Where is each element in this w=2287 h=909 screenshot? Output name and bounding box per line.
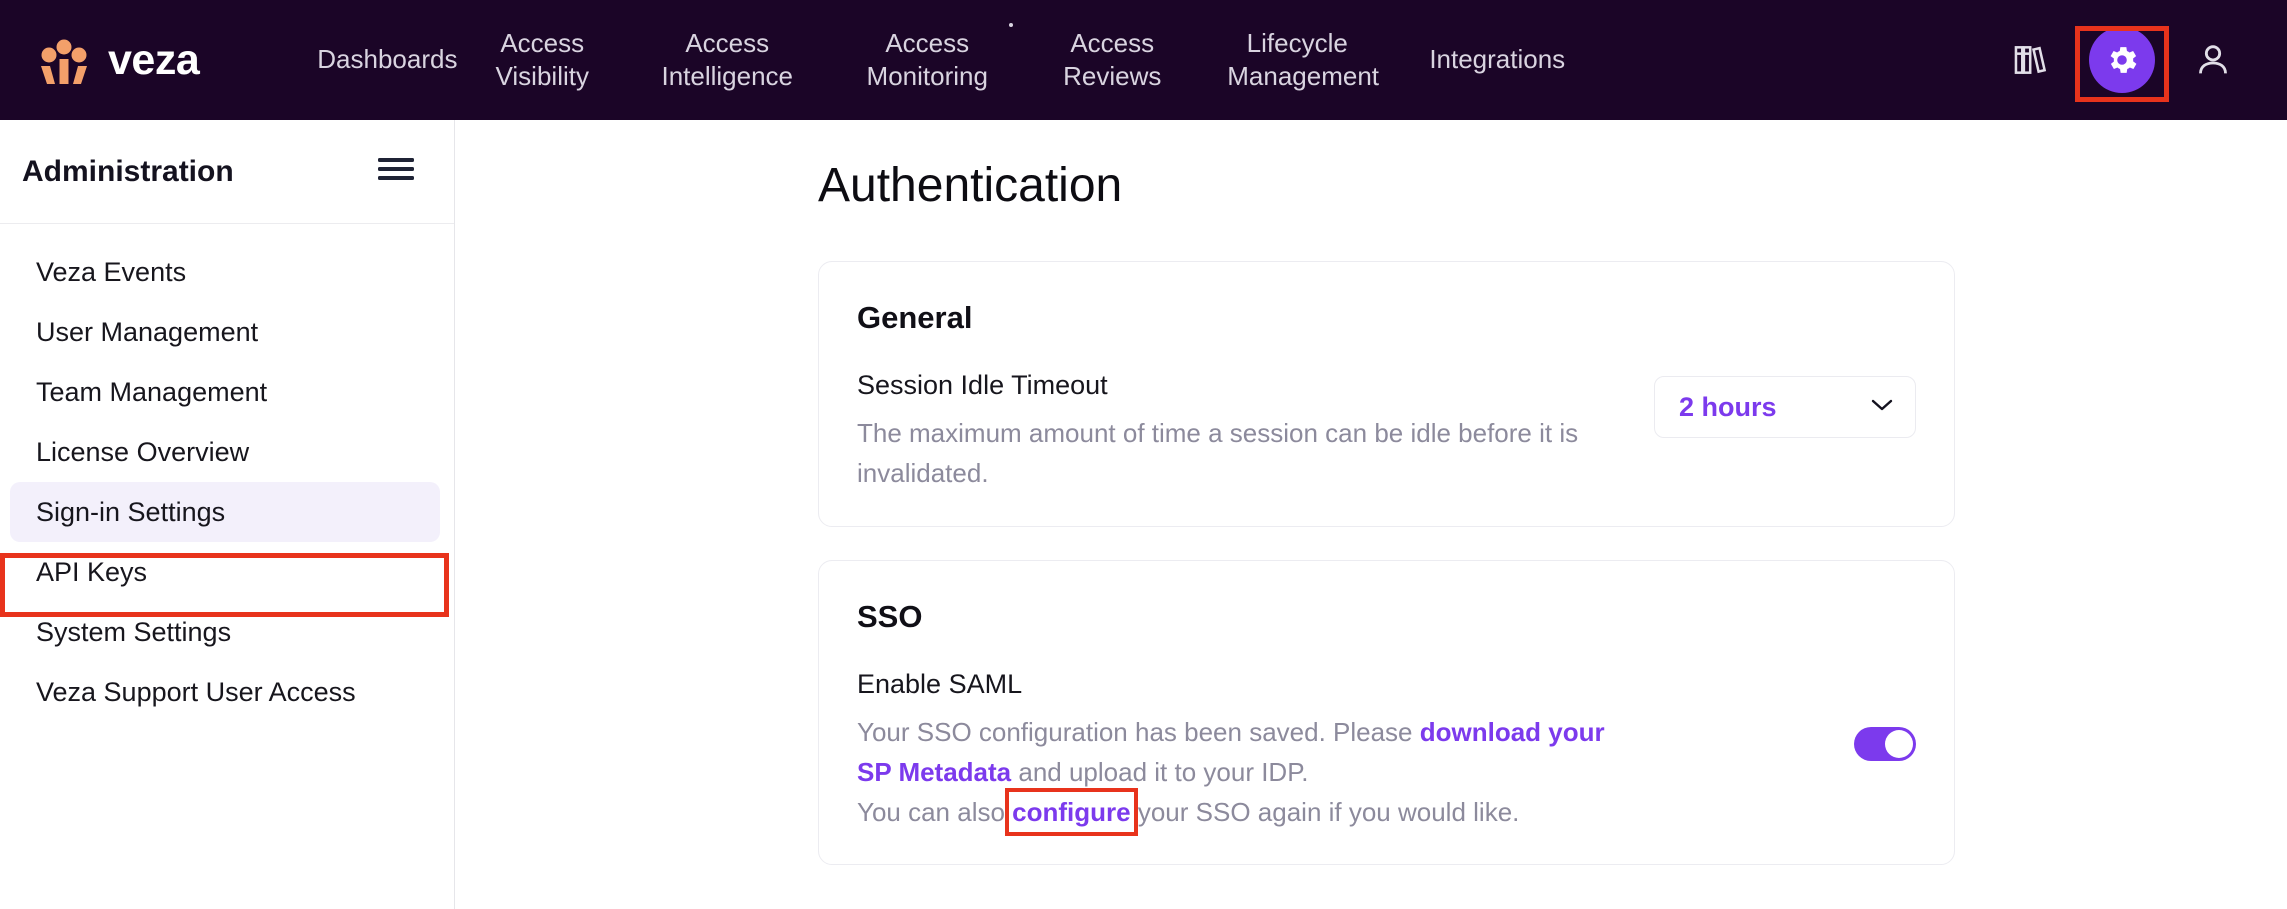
session-idle-timeout-value: 2 hours [1679, 391, 1777, 422]
toggle-knob [1885, 729, 1913, 758]
primary-nav-items: Dashboards Access Visibility Access Inte… [287, 0, 1597, 127]
enable-saml-toggle[interactable] [1854, 726, 1916, 761]
configure-link-wrapper: configure [1005, 788, 1138, 837]
sidebar-item-license-overview[interactable]: License Overview [10, 422, 440, 482]
sidebar-item-system-settings[interactable]: System Settings [10, 602, 440, 662]
sidebar-menu-list: Veza Events User Management Team Managem… [0, 224, 454, 722]
sso-desc-part-4: your SSO again if you would like. [1130, 797, 1520, 828]
brand-logo-group[interactable]: veza [36, 35, 200, 85]
sidebar-item-team-management[interactable]: Team Management [10, 362, 440, 422]
general-card-title: General [857, 300, 973, 335]
session-idle-timeout-text: Session Idle Timeout The maximum amount … [857, 370, 1617, 494]
status-dot-icon [1009, 23, 1014, 28]
sso-desc-part-3: You can also [857, 797, 1013, 828]
sidebar-item-veza-events[interactable]: Veza Events [10, 242, 440, 302]
sso-desc-part-2: and upload it to your IDP. [1011, 756, 1309, 787]
nav-right-icons [1993, 0, 2287, 120]
library-books-icon[interactable] [1993, 22, 2069, 98]
nav-item-access-monitoring[interactable]: Access Monitoring [827, 0, 1027, 127]
nav-item-dashboards[interactable]: Dashboards [287, 43, 457, 76]
enable-saml-row: Enable SAML Your SSO configuration has b… [857, 668, 1916, 837]
enable-saml-label: Enable SAML [857, 668, 1023, 699]
hamburger-menu-icon[interactable] [376, 155, 416, 188]
sidebar-title: Administration [22, 154, 234, 188]
nav-item-access-visibility[interactable]: Access Visibility [457, 27, 627, 94]
veza-people-logo-icon [36, 35, 92, 85]
user-account-icon[interactable] [2175, 22, 2251, 98]
brand-name: veza [108, 35, 200, 84]
nav-item-access-intelligence[interactable]: Access Intelligence [627, 27, 827, 94]
sidebar-item-veza-support-user-access[interactable]: Veza Support User Access [10, 662, 440, 722]
sidebar-item-sign-in-settings[interactable]: Sign-in Settings [10, 482, 440, 542]
sidebar-header: Administration [0, 120, 454, 224]
general-settings-card: General Session Idle Timeout The maximum… [818, 261, 1955, 527]
sso-description: Your SSO configuration has been saved. P… [857, 712, 1617, 837]
nav-item-access-monitoring-label: Access Monitoring [866, 27, 988, 91]
configure-sso-link[interactable]: configure [1012, 797, 1130, 827]
sso-card-title: SSO [857, 598, 923, 634]
sidebar-item-user-management[interactable]: User Management [10, 302, 440, 362]
nav-item-lifecycle-management[interactable]: Lifecycle Management [1197, 27, 1397, 94]
nav-item-access-reviews[interactable]: Access Reviews [1027, 27, 1197, 94]
gear-icon[interactable] [2089, 27, 2155, 93]
enable-saml-text: Enable SAML Your SSO configuration has b… [857, 668, 1617, 837]
session-idle-timeout-description: The maximum amount of time a session can… [857, 418, 1579, 489]
top-navigation-bar: veza Dashboards Access Visibility Access… [0, 0, 2287, 120]
sso-settings-card: SSO Enable SAML Your SSO configuration h… [818, 559, 1955, 866]
session-idle-timeout-row: Session Idle Timeout The maximum amount … [857, 370, 1916, 494]
sidebar-item-api-keys[interactable]: API Keys [10, 542, 440, 602]
sso-desc-part-1: Your SSO configuration has been saved. P… [857, 716, 1420, 747]
page-title: Authentication [818, 159, 1123, 212]
admin-sidebar: Administration Veza Events User Manageme… [0, 120, 455, 909]
main-content-area: Authentication General Session Idle Time… [456, 120, 2287, 909]
chevron-down-icon [1871, 398, 1893, 417]
session-idle-timeout-select[interactable]: 2 hours [1654, 376, 1916, 438]
session-idle-timeout-label: Session Idle Timeout [857, 370, 1108, 400]
nav-item-integrations[interactable]: Integrations [1397, 43, 1597, 76]
settings-gear-button-wrapper [2075, 18, 2169, 102]
